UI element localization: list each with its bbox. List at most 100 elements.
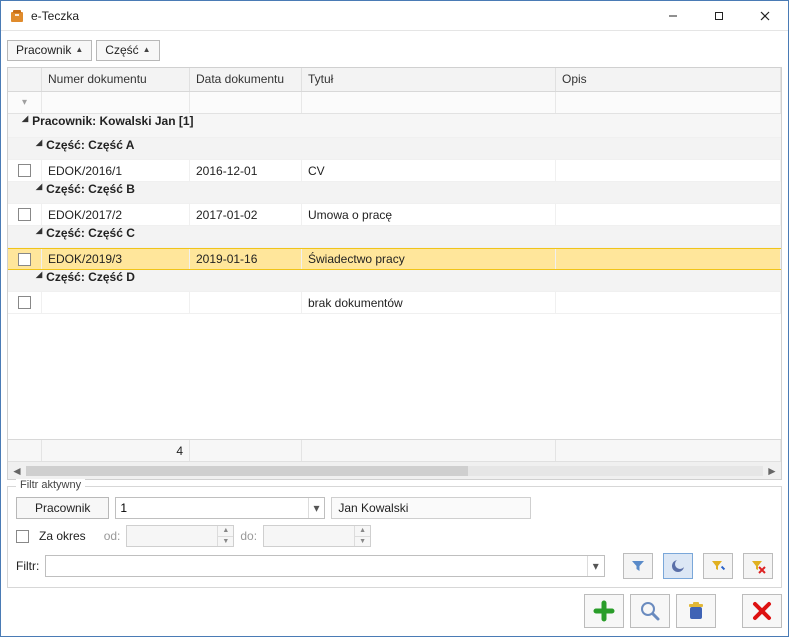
add-button[interactable]: [584, 594, 624, 628]
column-header-tytul[interactable]: Tytuł: [302, 68, 556, 91]
grid-footer: 4: [8, 439, 781, 461]
scroll-right-icon[interactable]: ►: [763, 463, 781, 479]
group-chip-label: Część: [105, 43, 138, 57]
column-header-data[interactable]: Data dokumentu: [190, 68, 302, 91]
group-chip-czesc[interactable]: Część ▲: [96, 40, 159, 61]
trash-icon: [685, 600, 707, 622]
preview-button[interactable]: [630, 594, 670, 628]
filter-cell-numer[interactable]: [42, 92, 190, 113]
table-row[interactable]: EDOK/2016/1 2016-12-01 CV: [8, 160, 781, 182]
row-checkbox[interactable]: [18, 208, 31, 221]
row-checkbox[interactable]: [18, 253, 31, 266]
chevron-down-icon[interactable]: ▾: [308, 498, 325, 518]
row-checkbox[interactable]: [18, 296, 31, 309]
bottom-toolbar: [7, 594, 782, 628]
spin-up-icon[interactable]: ▲: [354, 526, 370, 537]
column-header-checkbox[interactable]: [8, 68, 42, 91]
filter-funnel-cell[interactable]: ▾: [8, 92, 42, 113]
cell-opis: [556, 292, 781, 313]
filter-combo[interactable]: ▾: [45, 555, 605, 577]
cell-tytul: brak dokumentów: [302, 292, 556, 313]
table-row[interactable]: brak dokumentów: [8, 292, 781, 314]
funnel-clear-icon: [750, 558, 766, 574]
title-bar: e-Teczka: [1, 1, 788, 31]
cell-data: 2019-01-16: [190, 249, 302, 269]
group-row-part[interactable]: ◢ Część: Część A: [8, 138, 781, 160]
cell-numer: EDOK/2019/3: [42, 249, 190, 269]
cell-numer: EDOK/2016/1: [42, 160, 190, 181]
maximize-button[interactable]: [696, 1, 742, 31]
delete-button[interactable]: [676, 594, 716, 628]
filter-cell-opis[interactable]: [556, 92, 781, 113]
close-button[interactable]: [742, 1, 788, 31]
cell-tytul: Umowa o pracę: [302, 204, 556, 225]
cell-opis: [556, 160, 781, 181]
employee-id-input[interactable]: [116, 498, 307, 518]
employee-id-combo[interactable]: ▾: [115, 497, 325, 519]
cell-numer: [42, 292, 190, 313]
group-label: Część: Część A: [42, 138, 134, 159]
cell-data: 2016-12-01: [190, 160, 302, 181]
filter-label: Filtr:: [16, 559, 39, 573]
filter-cell-tytul[interactable]: [302, 92, 556, 113]
row-checkbox[interactable]: [18, 164, 31, 177]
group-by-bar: Pracownik ▲ Część ▲: [7, 37, 782, 67]
cell-opis: [556, 249, 781, 269]
cell-opis: [556, 204, 781, 225]
app-window: e-Teczka Pracownik ▲ Część ▲ Numer: [0, 0, 789, 637]
funnel-icon: ▾: [12, 97, 37, 108]
spin-up-icon[interactable]: ▲: [217, 526, 233, 537]
table-row[interactable]: EDOK/2017/2 2017-01-02 Umowa o pracę: [8, 204, 781, 226]
active-filter-panel: Filtr aktywny Pracownik ▾ Jan Kowalski Z…: [7, 486, 782, 588]
column-header-numer[interactable]: Numer dokumentu: [42, 68, 190, 91]
apply-filter-button[interactable]: [623, 553, 653, 579]
spin-down-icon[interactable]: ▼: [354, 537, 370, 547]
chevron-down-icon[interactable]: ▾: [587, 556, 604, 576]
window-title: e-Teczka: [31, 9, 79, 23]
cell-data: [190, 292, 302, 313]
employee-name-field: Jan Kowalski: [331, 497, 531, 519]
funnel-edit-icon: [710, 558, 726, 574]
period-label: Za okres: [39, 529, 86, 543]
cell-tytul: CV: [302, 160, 556, 181]
close-window-button[interactable]: [742, 594, 782, 628]
moon-icon: [670, 558, 686, 574]
group-row-part[interactable]: ◢ Część: Część D: [8, 270, 781, 292]
documents-grid: Numer dokumentu Data dokumentu Tytuł Opi…: [7, 67, 782, 480]
plus-icon: [593, 600, 615, 622]
grid-body: ◢ Pracownik: Kowalski Jan [1] ◢ Część: C…: [8, 114, 781, 439]
scroll-thumb[interactable]: [26, 466, 468, 476]
group-row-part[interactable]: ◢ Część: Część B: [8, 182, 781, 204]
footer-count: 4: [42, 440, 190, 461]
filter-cell-data[interactable]: [190, 92, 302, 113]
to-label: do:: [240, 529, 257, 543]
date-from-spinner[interactable]: ▲▼: [126, 525, 234, 547]
period-checkbox[interactable]: [16, 530, 29, 543]
group-chip-label: Pracownik: [16, 43, 71, 57]
grid-header: Numer dokumentu Data dokumentu Tytuł Opi…: [8, 68, 781, 92]
group-label: Część: Część B: [42, 182, 135, 203]
funnel-icon: [630, 558, 646, 574]
group-chip-pracownik[interactable]: Pracownik ▲: [7, 40, 92, 61]
app-icon: [9, 8, 25, 24]
column-header-opis[interactable]: Opis: [556, 68, 781, 91]
employee-picker-button[interactable]: Pracownik: [16, 497, 109, 519]
group-label: Pracownik: Kowalski Jan [1]: [28, 114, 193, 137]
date-to-spinner[interactable]: ▲▼: [263, 525, 371, 547]
minimize-button[interactable]: [650, 1, 696, 31]
filter-input[interactable]: [46, 556, 586, 576]
filter-mode-button[interactable]: [663, 553, 693, 579]
filter-panel-legend: Filtr aktywny: [16, 479, 85, 491]
scroll-left-icon[interactable]: ◄: [8, 463, 26, 479]
filter-builder-button[interactable]: [703, 553, 733, 579]
table-row[interactable]: EDOK/2019/3 2019-01-16 Świadectwo pracy: [8, 248, 781, 270]
group-row-employee[interactable]: ◢ Pracownik: Kowalski Jan [1]: [8, 114, 781, 138]
sort-asc-icon: ▲: [75, 45, 83, 54]
group-row-part[interactable]: ◢ Część: Część C: [8, 226, 781, 248]
spin-down-icon[interactable]: ▼: [217, 537, 233, 547]
clear-filter-button[interactable]: [743, 553, 773, 579]
horizontal-scrollbar[interactable]: ◄ ►: [8, 461, 781, 479]
cell-data: 2017-01-02: [190, 204, 302, 225]
x-icon: [752, 601, 772, 621]
magnifier-icon: [639, 600, 661, 622]
